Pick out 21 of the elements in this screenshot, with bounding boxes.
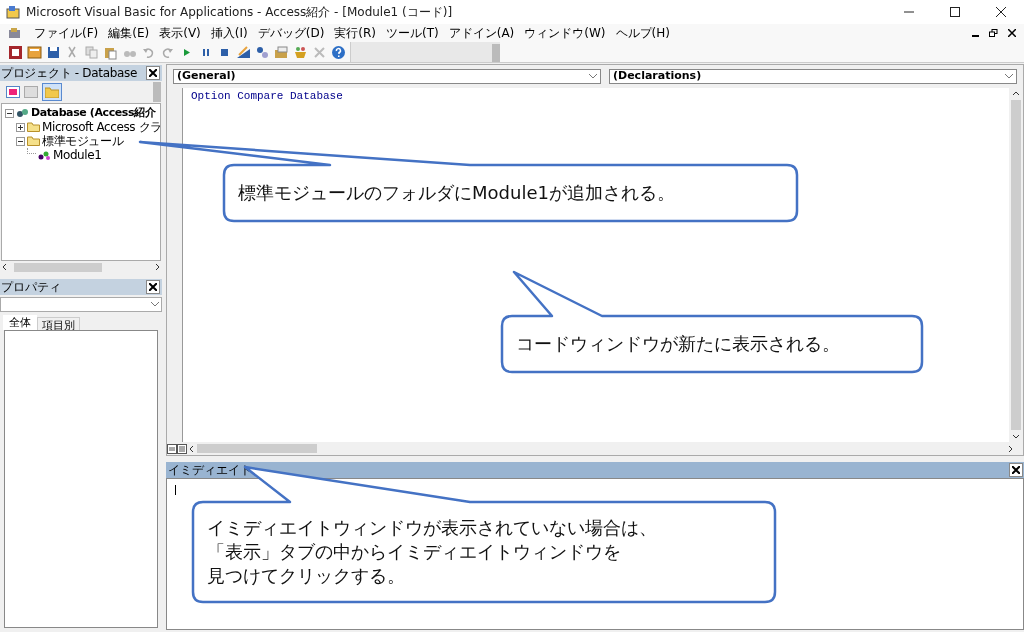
menu-item[interactable]: 表示(V)	[155, 24, 205, 42]
menu-item[interactable]: ヘルプ(H)	[611, 24, 674, 42]
tab[interactable]: 全体	[3, 315, 37, 330]
window-title: Microsoft Visual Basic for Applications - Access紹介 - [Module1 (コード)]	[26, 4, 453, 21]
menu-item[interactable]: アドイン(A)	[444, 24, 519, 42]
callout-text: 標準モジュールのフォルダにModule1が追加される。	[238, 181, 675, 205]
menu-item[interactable]: 挿入(I)	[206, 24, 252, 42]
menu-item[interactable]: デバッグ(D)	[253, 24, 329, 42]
procedure-dropdown[interactable]: (Declarations)	[609, 68, 1017, 84]
menu-item[interactable]: 編集(E)	[104, 24, 154, 42]
menu-item[interactable]: ファイル(F)	[30, 24, 103, 42]
menu-item[interactable]: ツール(T)	[382, 24, 443, 42]
callout-text: コードウィンドウが新たに表示される。	[516, 332, 840, 356]
callout-text: イミディエイトウィンドウが表示されていない場合は、 「表示」タブの中からイミディエイトウィンドウを 見つけてクリックする。	[207, 516, 657, 588]
panel-title: プロパティ	[0, 279, 61, 296]
code-line: Option Compare Database	[191, 90, 344, 103]
menu-item[interactable]: ウィンドウ(W)	[520, 24, 610, 42]
tab[interactable]: 項目別	[37, 317, 80, 330]
object-dropdown[interactable]: (General)	[173, 68, 601, 84]
panel-title: プロジェクト - Database	[0, 65, 138, 82]
menu-item[interactable]: 実行(R)	[330, 24, 380, 42]
